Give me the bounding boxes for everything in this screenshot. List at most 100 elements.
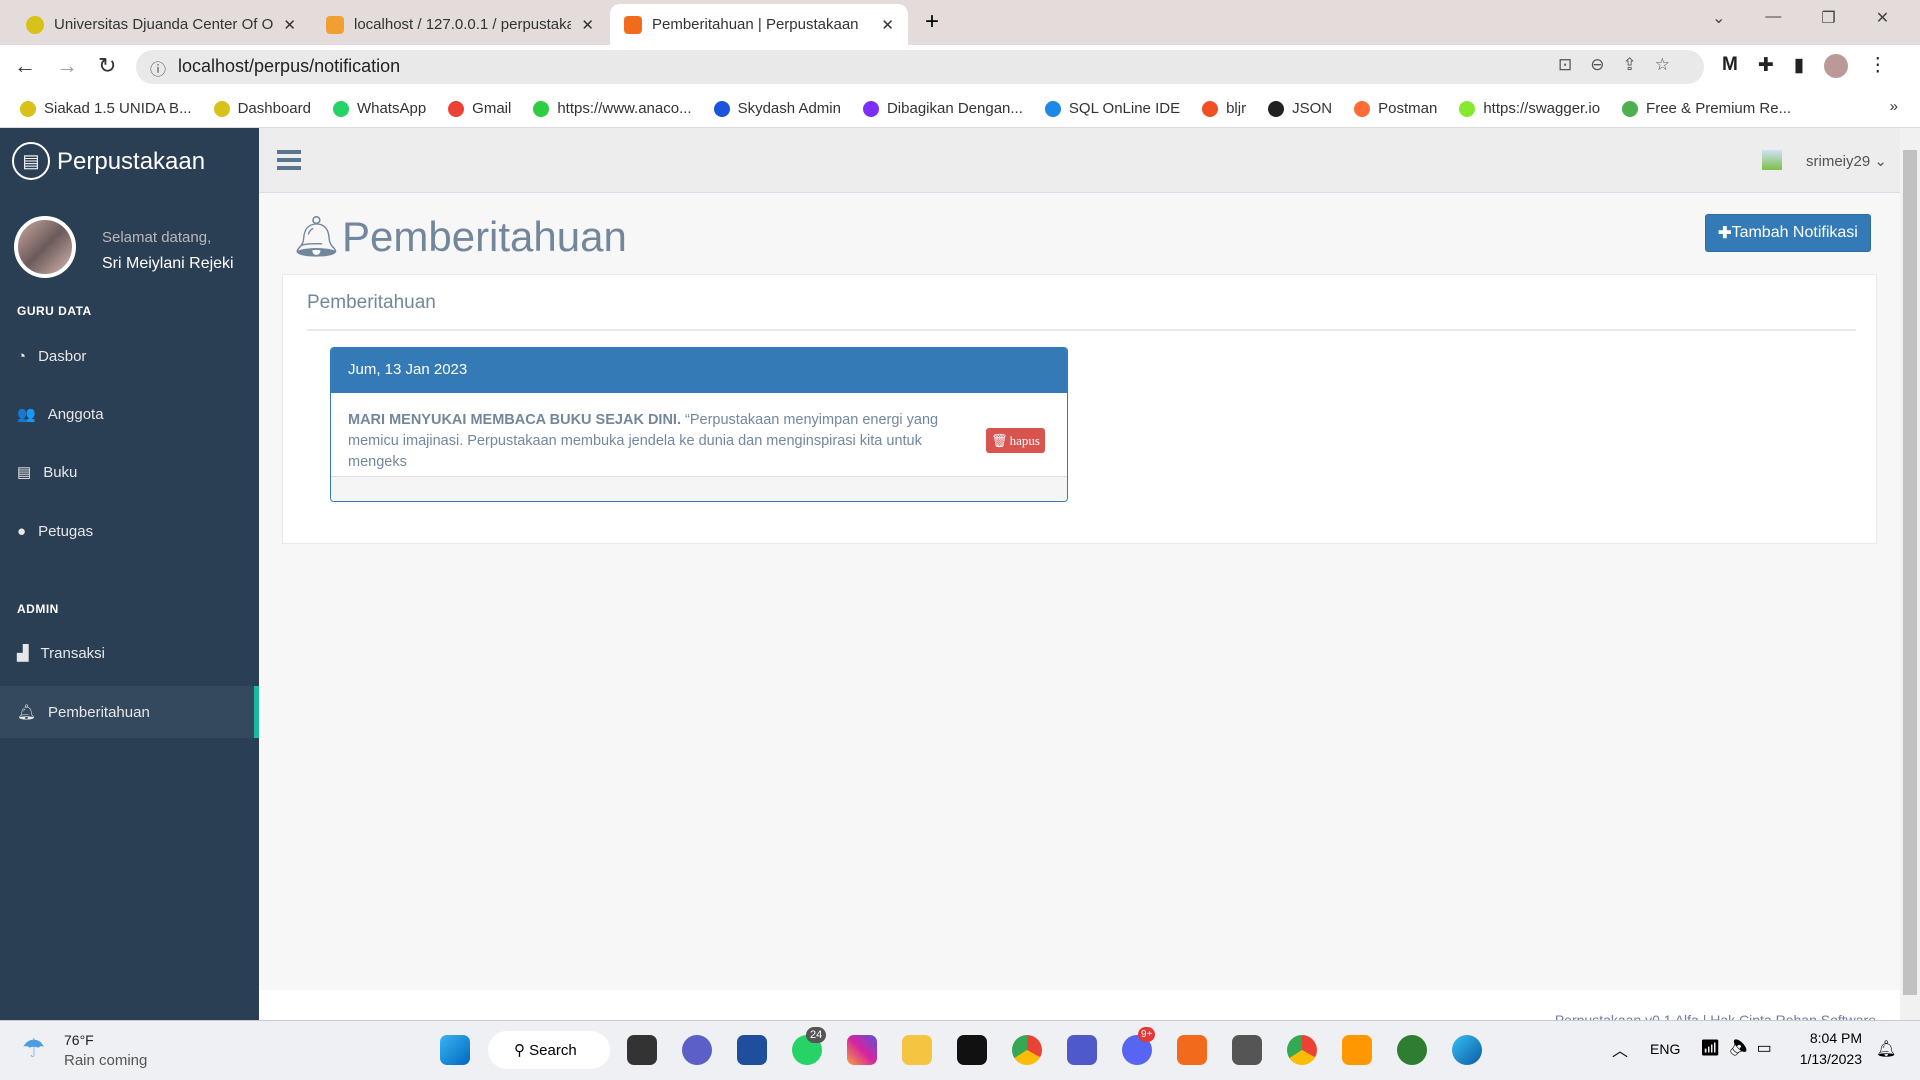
bookmark-item[interactable]: Dibagikan Dengan...: [862, 100, 1023, 117]
clock-date[interactable]: 1/13/2023: [1790, 1051, 1862, 1067]
notification-bell-icon[interactable]: 🔔︎: [1876, 1039, 1896, 1059]
page-scrollbar[interactable]: [1900, 128, 1920, 1020]
bookmark-label: https://www.anaco...: [557, 100, 692, 117]
bookmark-item[interactable]: Free & Premium Re...: [1622, 100, 1791, 117]
bookmark-item[interactable]: Postman: [1354, 100, 1437, 117]
restore-icon[interactable]: ❐: [1821, 8, 1835, 28]
show-hidden-icons[interactable]: ︿: [1612, 1037, 1628, 1061]
weather-temp[interactable]: 76°F: [64, 1032, 94, 1048]
xampp-favicon: [624, 15, 642, 34]
user-dropdown[interactable]: srimeiy29 ⌄: [1806, 152, 1887, 170]
bookmark-label: Gmail: [472, 100, 512, 117]
bookmark-item[interactable]: https://www.anaco...: [533, 100, 692, 117]
task-view-icon[interactable]: [627, 1035, 657, 1065]
tab-phpmyadmin[interactable]: localhost / 127.0.0.1 / perpustaka ✕: [312, 4, 608, 45]
sidebar-item-anggota[interactable]: 👥 Anggota: [0, 388, 259, 440]
minimize-icon[interactable]: —: [1765, 8, 1781, 28]
bookmark-item[interactable]: bljr: [1202, 100, 1246, 117]
bookmark-item[interactable]: SQL OnLine IDE: [1044, 100, 1180, 117]
hamburger-menu-icon[interactable]: [277, 150, 301, 170]
bell-icon: 🔔︎: [17, 704, 37, 721]
scrollbar-thumb[interactable]: [1903, 150, 1917, 995]
chat-icon[interactable]: [682, 1035, 712, 1065]
app-icon[interactable]: [957, 1035, 987, 1065]
bookmark-icon: [1202, 100, 1219, 117]
language-indicator[interactable]: ENG: [1650, 1041, 1680, 1057]
bookmark-label: Dibagikan Dengan...: [886, 100, 1023, 117]
weather-text[interactable]: Rain coming: [64, 1052, 147, 1069]
profile-avatar[interactable]: [1824, 54, 1849, 78]
address-actions-icons[interactable]: ⊡⊖⇪☆: [1558, 55, 1688, 75]
whatsapp-icon[interactable]: 24: [792, 1027, 827, 1065]
search-icon: ⚲: [514, 1042, 525, 1059]
bookmark-item[interactable]: https://swagger.io: [1459, 100, 1600, 117]
panel-divider: [307, 329, 1856, 331]
sidebar-item-buku[interactable]: ▤ Buku: [0, 446, 259, 498]
edge-icon[interactable]: [1452, 1035, 1482, 1065]
tab-unida[interactable]: Universitas Djuanda Center Of Or ✕: [12, 4, 310, 45]
bookmark-item[interactable]: Siakad 1.5 UNIDA B...: [20, 100, 192, 117]
forward-icon[interactable]: →: [56, 53, 78, 79]
teams-icon[interactable]: [1067, 1035, 1097, 1065]
url-input[interactable]: ⓘ localhost/perpus/notification ⊡⊖⇪☆: [136, 50, 1704, 84]
extension-m-icon[interactable]: M: [1722, 54, 1738, 78]
delete-button[interactable]: 🗑︎ hapus: [986, 428, 1045, 453]
close-window-icon[interactable]: ✕: [1876, 8, 1889, 28]
tab-pemberitahuan[interactable]: Pemberitahuan | Perpustakaan ✕: [610, 4, 908, 45]
more-bookmarks-icon[interactable]: »: [1890, 98, 1898, 115]
bookmark-item[interactable]: Gmail: [448, 100, 511, 117]
book-logo-icon: ▤: [12, 142, 50, 180]
sidebar-item-pemberitahuan[interactable]: 🔔︎ Pemberitahuan: [0, 686, 259, 738]
section-guru-data: GURU DATA: [17, 304, 92, 318]
instagram-icon[interactable]: [847, 1035, 877, 1065]
side-panel-icon[interactable]: ▮: [1794, 54, 1804, 78]
extensions-icon[interactable]: ✚: [1758, 54, 1774, 78]
card-footer: [331, 477, 1067, 501]
reload-icon[interactable]: ↻: [98, 53, 116, 79]
sidebar-item-dasbor[interactable]: ◔ Dasbor: [0, 330, 259, 382]
chrome-icon[interactable]: [1012, 1035, 1042, 1065]
new-tab-button[interactable]: +: [925, 8, 939, 36]
close-tab-icon[interactable]: ✕: [881, 16, 894, 34]
bookmark-item[interactable]: WhatsApp: [332, 100, 426, 117]
bookmark-item[interactable]: Dashboard: [213, 100, 311, 117]
bookmark-label: Dashboard: [237, 100, 311, 117]
menu-icon[interactable]: ⋮: [1868, 54, 1887, 78]
chart-icon: ▟: [17, 645, 29, 662]
sidebar-item-transaksi[interactable]: ▟ Transaksi: [0, 627, 259, 679]
add-notification-button[interactable]: ✚ Tambah Notifikasi: [1705, 214, 1871, 252]
bookmark-label: https://swagger.io: [1483, 100, 1601, 117]
info-icon[interactable]: ⓘ: [150, 56, 166, 80]
close-tab-icon[interactable]: ✕: [283, 16, 296, 34]
user-icon: ●: [17, 522, 27, 540]
bookmark-item[interactable]: JSON: [1268, 100, 1332, 117]
back-icon[interactable]: ←: [14, 53, 36, 79]
clock-time[interactable]: 8:04 PM: [1802, 1030, 1862, 1046]
wifi-volume-battery-icons[interactable]: 📶︎🔈︎▭: [1700, 1038, 1780, 1058]
chrome-active-icon[interactable]: [1287, 1035, 1317, 1065]
sidebar-item-petugas[interactable]: ● Petugas: [0, 505, 259, 557]
tab-search-icon[interactable]: ⌄: [1712, 8, 1725, 28]
store-icon[interactable]: [737, 1035, 767, 1065]
bookmark-item[interactable]: Skydash Admin: [713, 100, 841, 117]
bookmark-icon: [862, 100, 879, 117]
bookmark-label: bljr: [1226, 100, 1247, 117]
top-navbar: srimeiy29 ⌄: [259, 128, 1900, 193]
dashboard-icon: ◔: [17, 347, 27, 365]
hs-app-icon[interactable]: [1397, 1035, 1427, 1065]
file-explorer-icon[interactable]: [902, 1035, 932, 1065]
windows-start-icon[interactable]: [440, 1035, 470, 1065]
page-title: Pemberitahuan: [342, 213, 627, 260]
page-footer: Perpustakaan v0.1 Alfa | Hak Cipta Rehan…: [259, 990, 1900, 1020]
discord-icon[interactable]: 9+: [1122, 1027, 1156, 1065]
sublime-icon[interactable]: [1342, 1035, 1372, 1065]
bookmark-icon: [533, 100, 550, 117]
brand-title[interactable]: Perpustakaan: [57, 148, 205, 176]
notification-body: MARI MENYUKAI MEMBACA BUKU SEJAK DINI. “…: [331, 393, 1067, 477]
xampp-icon[interactable]: [1177, 1035, 1207, 1065]
app-icon[interactable]: [1232, 1035, 1262, 1065]
taskbar-search[interactable]: ⚲ Search: [488, 1031, 610, 1069]
user-image-broken-icon: [1762, 150, 1782, 170]
user-avatar: [14, 216, 76, 278]
close-tab-icon[interactable]: ✕: [581, 16, 594, 34]
